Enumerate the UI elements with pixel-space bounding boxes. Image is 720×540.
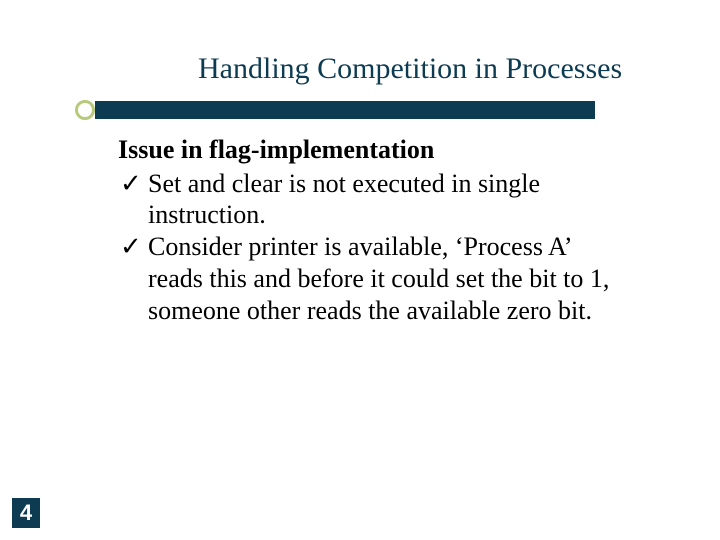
list-item: ✓ Set and clear is not executed in singl… <box>118 168 623 231</box>
checkmark-icon: ✓ <box>120 231 142 263</box>
body-subtitle: Issue in flag-implementation <box>118 134 623 166</box>
list-item: ✓ Consider printer is available, ‘Proces… <box>118 231 623 326</box>
list-item-text: Consider printer is available, ‘Process … <box>148 232 609 324</box>
bullet-list: ✓ Set and clear is not executed in singl… <box>118 168 623 327</box>
page-number: 4 <box>12 498 40 528</box>
slide: Handling Competition in Processes Issue … <box>0 0 720 540</box>
title-underline-bar <box>95 101 595 119</box>
list-item-text: Set and clear is not executed in single … <box>148 169 540 230</box>
slide-title: Handling Competition in Processes <box>198 52 622 86</box>
checkmark-icon: ✓ <box>120 168 142 200</box>
title-accent-dot <box>75 100 95 120</box>
slide-body: Issue in flag-implementation ✓ Set and c… <box>118 134 623 326</box>
